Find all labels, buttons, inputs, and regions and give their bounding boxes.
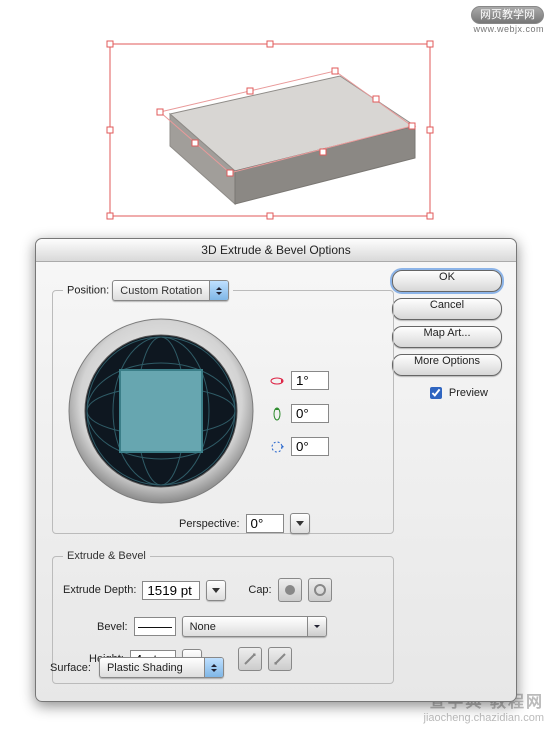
chevron-down-icon	[307, 617, 326, 636]
preview-checkbox[interactable]	[430, 387, 442, 399]
axis-y-icon	[269, 406, 285, 422]
extrude-depth-step-button[interactable]	[206, 580, 226, 601]
perspective-field[interactable]	[246, 514, 284, 533]
rotate-z-field[interactable]	[291, 437, 329, 456]
rotate-y-field[interactable]	[291, 404, 329, 423]
position-label: Position:	[67, 285, 109, 297]
surface-label: Surface:	[50, 662, 91, 674]
bevel-extent-in-button[interactable]	[238, 647, 262, 671]
axis-x-icon	[269, 373, 285, 389]
cap-label: Cap:	[248, 584, 271, 596]
map-art-button[interactable]: Map Art...	[392, 326, 502, 348]
position-popup[interactable]: Custom Rotation	[112, 280, 229, 301]
ok-button[interactable]: OK	[392, 270, 502, 292]
updown-icon	[209, 281, 228, 300]
axis-z-icon	[269, 439, 285, 455]
dialog-title: 3D Extrude & Bevel Options	[36, 239, 516, 262]
cancel-button[interactable]: Cancel	[392, 298, 502, 320]
cap-on-button[interactable]	[278, 578, 302, 602]
watermark-top: 网页教学网 www.webjx.com	[471, 6, 544, 35]
perspective-step-button[interactable]	[290, 513, 310, 534]
bevel-label: Bevel:	[97, 621, 128, 633]
position-group: Position: Custom Rotation	[52, 280, 394, 534]
artboard-3d-object	[80, 36, 460, 226]
position-value: Custom Rotation	[113, 285, 209, 297]
bevel-extent-out-button[interactable]	[268, 647, 292, 671]
perspective-label: Perspective:	[179, 518, 240, 530]
extrude-depth-field[interactable]	[142, 581, 200, 600]
cap-off-button[interactable]	[308, 578, 332, 602]
rotate-x-field[interactable]	[291, 371, 329, 390]
dialog-right-column: OK Cancel Map Art... More Options Previe…	[392, 270, 502, 402]
watermark-top-text: 网页教学网	[471, 6, 544, 24]
updown-icon	[204, 658, 223, 677]
preview-label: Preview	[449, 387, 488, 399]
surface-popup[interactable]: Plastic Shading	[99, 657, 224, 678]
rotation-inputs	[269, 371, 329, 456]
watermark-bottom-url: jiaocheng.chazidian.com	[424, 712, 544, 724]
watermark-top-url: www.webjx.com	[471, 25, 544, 35]
dialog-3d-extrude-bevel: 3D Extrude & Bevel Options OK Cancel Map…	[35, 238, 517, 702]
extrude-depth-label: Extrude Depth:	[63, 584, 136, 596]
bevel-popup[interactable]: None	[182, 616, 327, 637]
bevel-swatch-icon	[134, 617, 176, 636]
surface-value: Plastic Shading	[100, 662, 204, 674]
extrude-bevel-legend: Extrude & Bevel	[63, 550, 150, 562]
more-options-button[interactable]: More Options	[392, 354, 502, 376]
bevel-value: None	[183, 621, 307, 633]
rotation-preview[interactable]	[65, 315, 257, 507]
